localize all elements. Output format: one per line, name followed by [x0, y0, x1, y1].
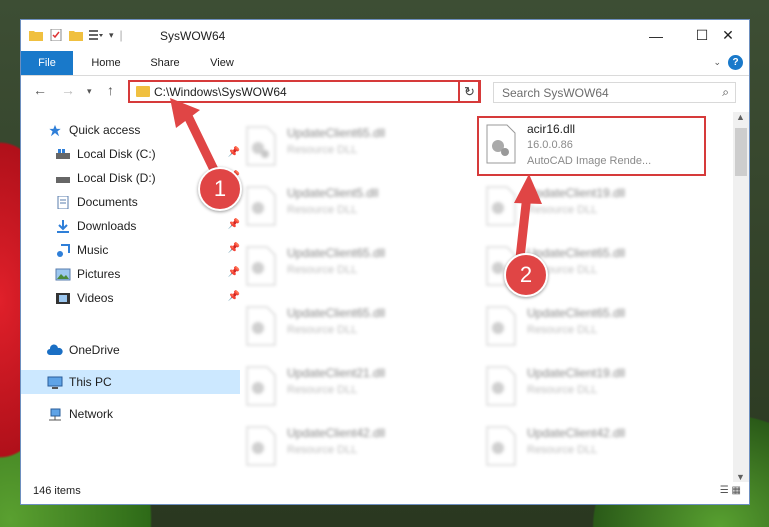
- annotation-step-1: 1: [198, 167, 242, 211]
- annotation-step-2: 2: [504, 253, 548, 297]
- annotation-arrows: [170, 98, 542, 263]
